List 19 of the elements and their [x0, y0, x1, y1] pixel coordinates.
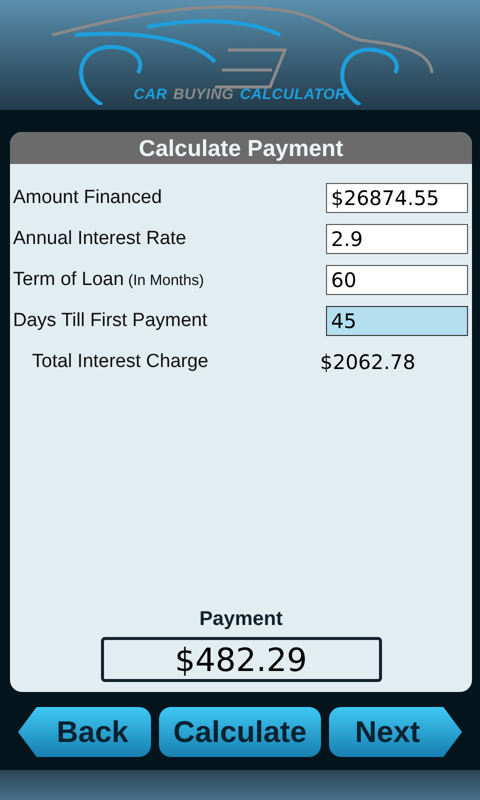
calculate-button[interactable]: Calculate — [159, 707, 321, 757]
panel-title: Calculate Payment — [10, 132, 472, 164]
payment-value: $482.29 — [100, 637, 382, 682]
total-interest-label: Total Interest Charge — [32, 350, 210, 374]
total-interest-value: $2062.78 — [320, 349, 416, 376]
logo-word: CALCULATOR — [240, 84, 346, 104]
logo-word: BUYING — [173, 84, 234, 104]
field-label: Amount Financed — [13, 186, 162, 210]
input-field[interactable]: 45 — [326, 306, 468, 336]
logo-word: CAR — [134, 84, 168, 104]
field-label: Annual Interest Rate — [13, 226, 186, 251]
input-field[interactable]: $26874.55 — [326, 183, 468, 213]
field-label: Term of Loan (In Months) — [13, 268, 204, 292]
field-label: Days Till First Payment — [13, 308, 208, 333]
input-field[interactable]: 2.9 — [326, 224, 468, 254]
payment-label: Payment — [199, 607, 283, 632]
input-field[interactable]: 60 — [326, 265, 468, 295]
back-button[interactable]: Back — [18, 707, 151, 757]
next-button[interactable]: Next — [329, 707, 462, 757]
